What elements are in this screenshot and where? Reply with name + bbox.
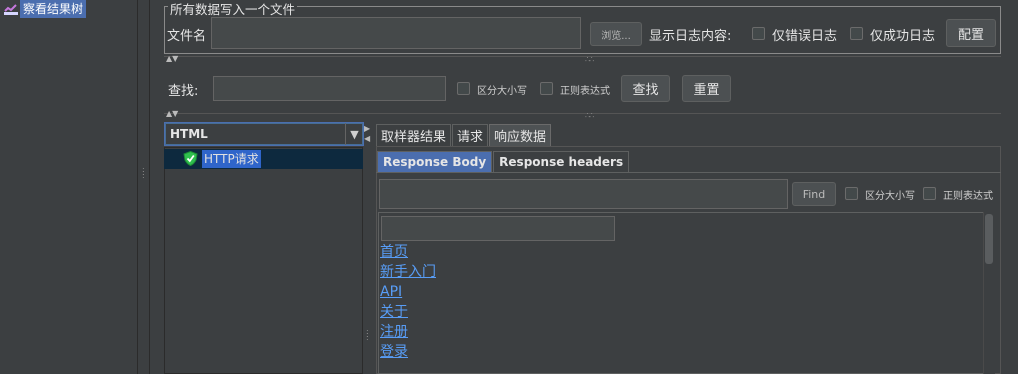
- response-find-button[interactable]: Find: [792, 182, 836, 206]
- tab-response-data[interactable]: 响应数据: [489, 124, 552, 146]
- sample-label[interactable]: HTTP请求: [202, 150, 261, 168]
- tab-request[interactable]: 请求: [452, 124, 489, 146]
- tree-splitter[interactable]: :::: [138, 0, 150, 374]
- scrollbar-thumb[interactable]: [985, 214, 993, 264]
- result-splitter[interactable]: ▶ ◀ :::: [364, 122, 374, 374]
- rendered-search-box[interactable]: [381, 216, 615, 241]
- expand-arrows-icon[interactable]: ▶ ◀: [364, 124, 370, 144]
- tab-response-headers[interactable]: Response headers: [493, 151, 630, 172]
- tree-node-label: 察看结果树: [20, 0, 87, 18]
- filename-input[interactable]: [211, 17, 581, 49]
- rendered-link-list: 首页 新手入门 API 关于 注册 登录: [380, 242, 436, 362]
- search-input[interactable]: [213, 76, 446, 101]
- collapse-arrows-icon[interactable]: ▲▼: [166, 55, 178, 63]
- results-tree-icon: [2, 0, 20, 18]
- top-divider[interactable]: [164, 56, 1001, 64]
- response-case-label: 区分大小写: [865, 191, 915, 202]
- splitter-grip-icon: :::: [142, 165, 145, 180]
- link-getting-started[interactable]: 新手入门: [380, 262, 436, 282]
- success-only-label: 仅成功日志: [870, 29, 936, 44]
- response-regex-label: 正则表达式: [943, 191, 993, 202]
- log-content-label: 显示日志内容:: [649, 29, 732, 44]
- reset-button[interactable]: 重置: [682, 75, 731, 102]
- test-plan-tree[interactable]: 察看结果树: [0, 0, 138, 374]
- link-home[interactable]: 首页: [380, 242, 436, 262]
- case-sensitive-label: 区分大小写: [477, 86, 527, 97]
- success-shield-icon: [183, 150, 198, 167]
- divider-grip-icon: ∴∴: [585, 55, 594, 64]
- response-subtabs: Response Body Response headers: [377, 151, 630, 172]
- file-group-legend: 所有数据写入一个文件: [168, 0, 298, 18]
- link-api[interactable]: API: [380, 282, 436, 302]
- link-login[interactable]: 登录: [380, 342, 436, 362]
- success-only-checkbox[interactable]: [850, 27, 863, 40]
- collapse-arrows-icon-2[interactable]: ▲▼: [166, 110, 178, 118]
- errors-only-label: 仅错误日志: [772, 29, 838, 44]
- response-search-input[interactable]: [379, 179, 788, 209]
- renderer-select[interactable]: HTML ▼: [164, 122, 364, 146]
- case-sensitive-checkbox[interactable]: [457, 82, 470, 95]
- regex-checkbox[interactable]: [540, 82, 553, 95]
- find-button[interactable]: 查找: [621, 75, 670, 102]
- tab-sampler-result[interactable]: 取样器结果: [376, 124, 452, 146]
- tab-response-body[interactable]: Response Body: [377, 151, 493, 172]
- link-about[interactable]: 关于: [380, 302, 436, 322]
- configure-button[interactable]: 配置: [946, 19, 996, 47]
- divider-grip-icon-2: ∴∴: [585, 111, 594, 120]
- sample-result-tree[interactable]: [164, 147, 363, 374]
- browse-button[interactable]: 浏览...: [590, 22, 642, 46]
- subtab-divider: [376, 172, 1001, 173]
- middle-divider[interactable]: [164, 113, 1001, 121]
- chevron-down-icon[interactable]: ▼: [345, 123, 363, 145]
- response-regex-checkbox[interactable]: [923, 187, 936, 200]
- regex-label: 正则表达式: [560, 86, 610, 97]
- search-label: 查找:: [168, 84, 199, 99]
- response-case-checkbox[interactable]: [845, 187, 858, 200]
- filename-label: 文件名: [167, 29, 207, 44]
- result-tabs: 取样器结果 请求 响应数据: [376, 124, 552, 146]
- splitter-grip-icon-2: :::: [366, 327, 369, 342]
- errors-only-checkbox[interactable]: [752, 27, 765, 40]
- renderer-select-value: HTML: [170, 127, 208, 141]
- link-register[interactable]: 注册: [380, 322, 436, 342]
- tree-node-view-results-tree[interactable]: 察看结果树: [2, 0, 87, 18]
